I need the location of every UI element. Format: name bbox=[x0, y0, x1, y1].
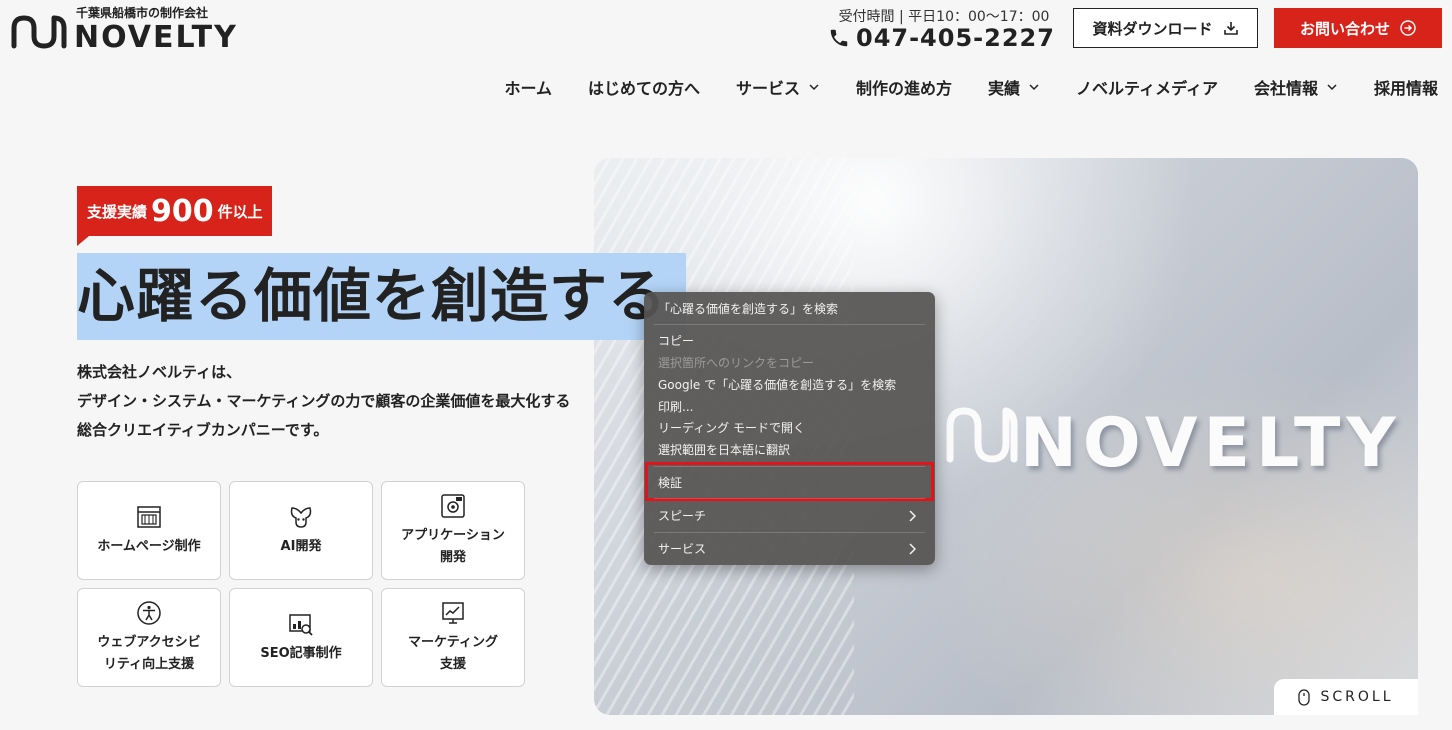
service-label: マーケティング 支援 bbox=[408, 634, 498, 672]
nav-item-company[interactable]: 会社情報 bbox=[1254, 75, 1338, 99]
business-hours: 受付時間 | 平日10：00〜17：00 bbox=[838, 9, 1050, 25]
intro-line: 株式会社ノベルティは、 bbox=[77, 363, 242, 381]
scroll-indicator[interactable]: SCROLL bbox=[1274, 679, 1418, 715]
chevron-down-icon bbox=[1327, 84, 1337, 91]
nav-item-works[interactable]: 実績 bbox=[988, 75, 1040, 99]
nav-item-label: 会社情報 bbox=[1253, 79, 1318, 98]
intro-line: 総合クリエイティブカンパニーです。 bbox=[77, 421, 329, 439]
marketing-icon bbox=[442, 601, 464, 624]
scroll-label: SCROLL bbox=[1320, 689, 1394, 705]
novelty-sign-icon bbox=[946, 407, 1018, 463]
nav-item-first-time[interactable]: はじめての方へ bbox=[588, 75, 700, 99]
inspect-highlight-box bbox=[645, 462, 934, 501]
service-card-marketing[interactable]: マーケティング 支援 bbox=[381, 588, 525, 687]
logo-wordmark[interactable]: NOVELTY bbox=[74, 20, 238, 55]
service-card-application[interactable]: アプリケーション 開発 bbox=[381, 481, 525, 580]
download-button-label: 資料ダウンロード bbox=[1092, 19, 1213, 38]
seo-chart-icon bbox=[289, 613, 313, 636]
menu-item-translate[interactable]: 選択範囲を日本語に翻訳 bbox=[658, 440, 928, 460]
mouse-icon bbox=[1298, 688, 1311, 706]
badge-suffix: 件以上 bbox=[217, 202, 263, 221]
nav-item-label: 採用情報 bbox=[1373, 79, 1438, 98]
ai-robot-icon bbox=[290, 506, 312, 528]
service-grid: ホームページ制作 AI開発 アプリケーション 開発 ウェブアクセシビ リティ向上… bbox=[77, 481, 525, 687]
chevron-right-icon bbox=[909, 510, 916, 522]
download-icon bbox=[1223, 22, 1238, 35]
nav-item-process[interactable]: 制作の進め方 bbox=[856, 75, 952, 99]
arrow-circle-icon bbox=[1400, 20, 1416, 36]
nav-item-services[interactable]: サービス bbox=[736, 75, 820, 99]
hero-image-sign-text: NOVELTY bbox=[1020, 404, 1402, 483]
phone-contact[interactable]: 047-405-2227 bbox=[828, 24, 1055, 52]
nav-item-label: ホーム bbox=[504, 79, 552, 98]
service-label: ホームページ制作 bbox=[97, 538, 201, 554]
chevron-down-icon bbox=[1029, 84, 1039, 91]
context-menu: 「心躍る価値を創造する」を検索 コピー 選択箇所へのリンクをコピー Google… bbox=[644, 292, 935, 565]
phone-number[interactable]: 047-405-2227 bbox=[856, 24, 1055, 52]
nav-item-label: 実績 bbox=[988, 79, 1021, 98]
achievement-badge: 支援実績 900 件以上 bbox=[77, 186, 272, 246]
menu-item-label: スピーチ bbox=[658, 509, 707, 523]
download-button[interactable]: 資料ダウンロード bbox=[1073, 8, 1258, 48]
menu-separator bbox=[654, 324, 925, 325]
service-card-ai[interactable]: AI開発 bbox=[229, 481, 373, 580]
menu-item-reading-mode[interactable]: リーディング モードで開く bbox=[658, 418, 928, 438]
contact-button[interactable]: お問い合わせ bbox=[1274, 8, 1442, 48]
phone-icon bbox=[830, 29, 848, 47]
accessibility-icon bbox=[137, 600, 161, 625]
novelty-logo-icon[interactable] bbox=[10, 14, 68, 50]
app-gear-icon bbox=[441, 493, 465, 518]
chevron-right-icon bbox=[909, 543, 916, 555]
service-label: AI開発 bbox=[280, 538, 322, 554]
menu-item-google-search[interactable]: Google で「心躍る価値を創造する」を検索 bbox=[658, 375, 928, 395]
nav-item-label: はじめての方へ bbox=[587, 79, 700, 98]
menu-item-search-selection[interactable]: 「心躍る価値を創造する」を検索 bbox=[658, 299, 928, 319]
intro-line: デザイン・システム・マーケティングの力で顧客の企業価値を最大化する bbox=[77, 392, 571, 410]
menu-item-print[interactable]: 印刷... bbox=[658, 397, 928, 417]
badge-number: 900 bbox=[151, 193, 214, 229]
nav-item-media[interactable]: ノベルティメディア bbox=[1076, 75, 1218, 99]
nav-item-label: 制作の進め方 bbox=[856, 79, 953, 98]
nav-item-label: ノベルティメディア bbox=[1076, 79, 1218, 98]
hero-intro: 株式会社ノベルティは、 デザイン・システム・マーケティングの力で顧客の企業価値を… bbox=[77, 358, 570, 445]
service-card-accessibility[interactable]: ウェブアクセシビ リティ向上支援 bbox=[77, 588, 221, 687]
chevron-down-icon bbox=[809, 84, 819, 91]
nav-item-label: サービス bbox=[736, 79, 801, 98]
menu-item-copy[interactable]: コピー bbox=[658, 331, 928, 351]
nav-item-home[interactable]: ホーム bbox=[504, 75, 552, 99]
hero-headline[interactable]: 心躍る価値を創造する bbox=[77, 253, 686, 340]
service-label: ウェブアクセシビ リティ向上支援 bbox=[97, 634, 201, 672]
menu-separator bbox=[654, 498, 925, 499]
menu-item-copy-link: 選択箇所へのリンクをコピー bbox=[658, 356, 815, 370]
service-label: SEO記事制作 bbox=[260, 645, 342, 661]
service-card-seo[interactable]: SEO記事制作 bbox=[229, 588, 373, 687]
menu-separator bbox=[654, 532, 925, 533]
badge-prefix: 支援実績 bbox=[87, 202, 148, 221]
menu-item-label: サービス bbox=[658, 542, 707, 556]
main-nav: ホーム はじめての方へ サービス 制作の進め方 実績 ノベルティメディア 会社情… bbox=[468, 75, 1438, 99]
nav-item-recruit[interactable]: 採用情報 bbox=[1374, 75, 1438, 99]
webpage-icon bbox=[137, 505, 161, 528]
contact-button-label: お問い合わせ bbox=[1299, 19, 1390, 38]
service-card-webpage[interactable]: ホームページ制作 bbox=[77, 481, 221, 580]
menu-item-services[interactable]: サービス bbox=[658, 539, 928, 559]
menu-item-speech[interactable]: スピーチ bbox=[658, 506, 928, 526]
site-tagline: 千葉県船橋市の制作会社 bbox=[76, 6, 209, 20]
service-label: アプリケーション 開発 bbox=[401, 527, 505, 565]
